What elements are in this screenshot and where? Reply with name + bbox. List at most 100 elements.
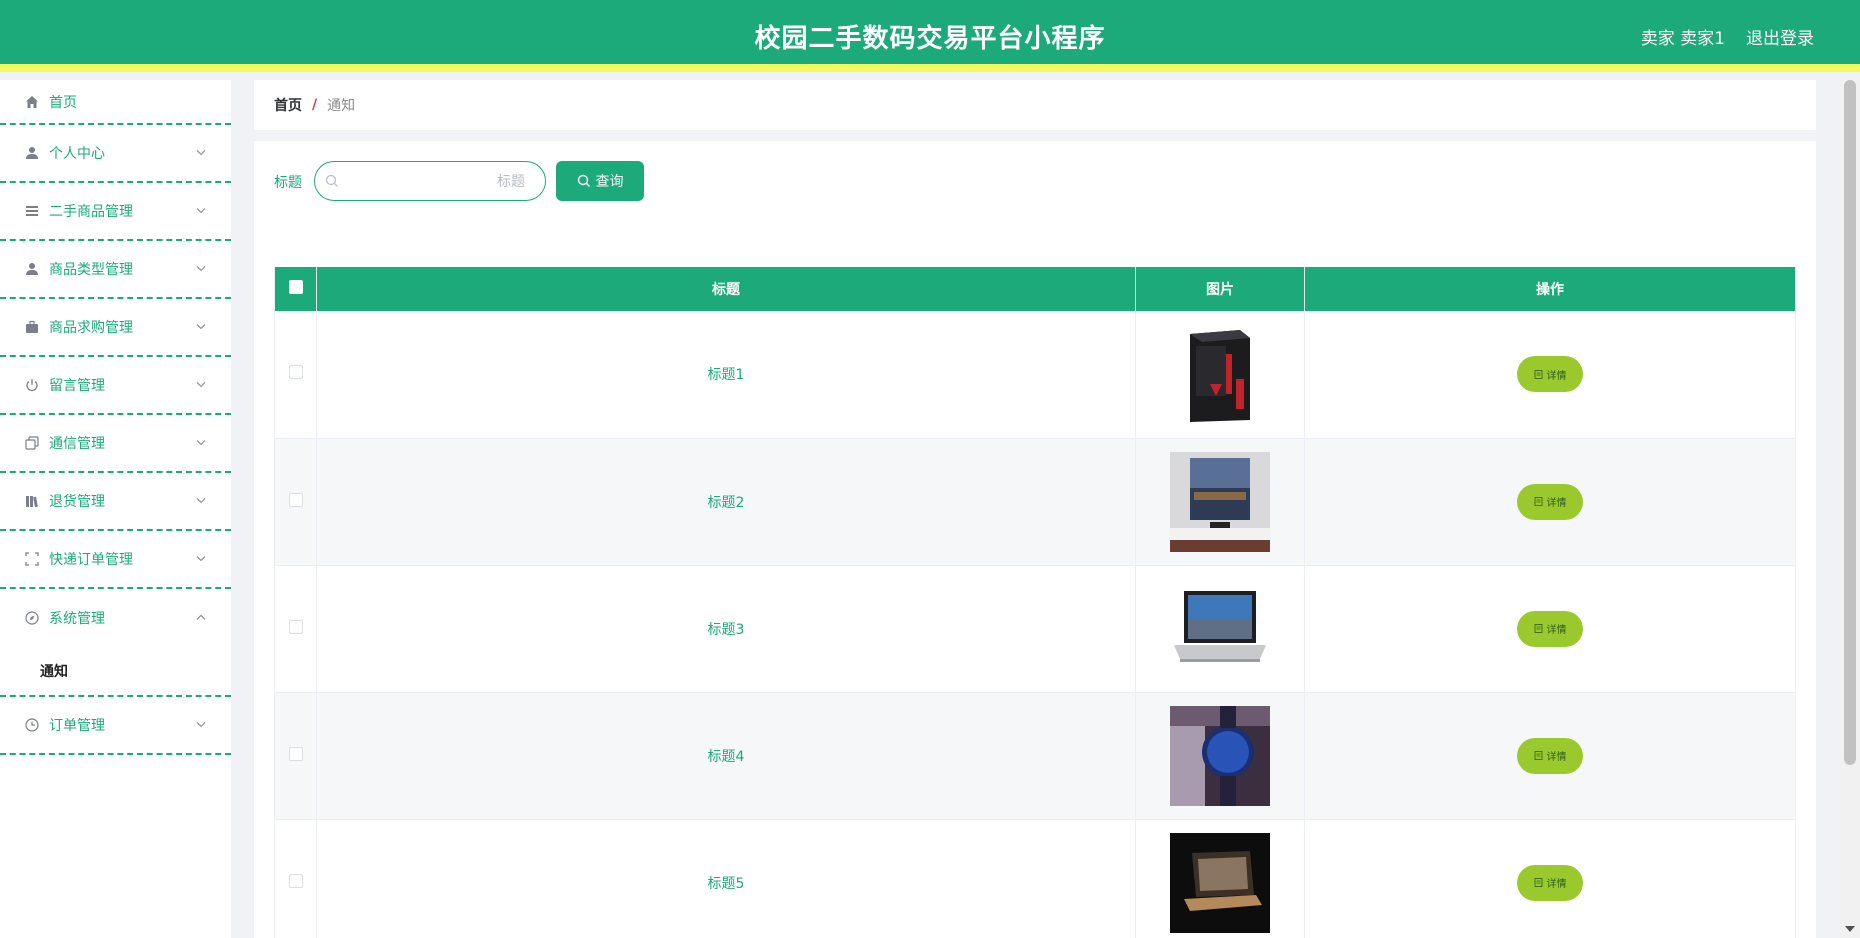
table-row: 标题5 详情 <box>274 819 1796 938</box>
copy-icon <box>24 435 40 451</box>
sidebar-item-label: 商品类型管理 <box>49 262 133 278</box>
chevron-down-icon <box>196 439 206 446</box>
sidebar-item-label: 退货管理 <box>49 494 105 510</box>
sidebar-item-label: 二手商品管理 <box>49 204 133 220</box>
pc-tower-image <box>1170 324 1270 425</box>
detail-button-label: 详情 <box>1546 625 1567 636</box>
notice-table: 标题 图片 操作 标题1 详情 标题2 详情 标题3 详情 标题4 详情 标题5… <box>274 267 1796 938</box>
current-user: 卖家 卖家1 <box>1640 29 1725 49</box>
row-title: 标题1 <box>316 311 1136 439</box>
detail-button[interactable]: 详情 <box>1517 483 1583 520</box>
search-icon <box>325 174 338 187</box>
chevron-down-icon <box>196 721 206 728</box>
detail-button[interactable]: 详情 <box>1517 610 1583 647</box>
sidebar-item-system[interactable]: 系统管理 <box>0 589 231 647</box>
detail-button-label: 详情 <box>1546 879 1567 890</box>
document-icon <box>1534 624 1542 633</box>
home-icon <box>24 94 40 110</box>
detail-button[interactable]: 详情 <box>1517 737 1583 774</box>
search-icon <box>577 174 590 187</box>
sidebar-item-express[interactable]: 快递订单管理 <box>0 531 231 589</box>
row-image-cell <box>1135 692 1305 820</box>
row-checkbox[interactable] <box>288 746 303 761</box>
breadcrumb-current: 通知 <box>327 98 356 114</box>
sidebar-item-goods-type[interactable]: 商品类型管理 <box>0 241 231 299</box>
content-panel: 标题 查询 标题 图片 操作 标题1 <box>254 141 1816 938</box>
fullscreen-icon <box>24 551 40 567</box>
document-icon <box>1534 878 1542 887</box>
books-icon <box>24 493 40 509</box>
sidebar-item-goods[interactable]: 二手商品管理 <box>0 183 231 241</box>
sidebar-item-orders[interactable]: 订单管理 <box>0 697 231 755</box>
power-icon <box>24 377 40 393</box>
chevron-down-icon <box>196 149 206 156</box>
chevron-down-icon <box>196 497 206 504</box>
user-icon <box>24 145 40 161</box>
breadcrumb-separator: / <box>312 97 318 113</box>
sidebar: 首页 个人中心 二手商品管理 商品类型管理 商品求购管理 留言管理 通信管理 退… <box>0 80 231 938</box>
breadcrumb: 首页 / 通知 <box>254 80 1816 130</box>
column-header-action: 操作 <box>1304 267 1796 311</box>
detail-button[interactable]: 详情 <box>1517 864 1583 901</box>
document-icon <box>1534 497 1542 506</box>
row-checkbox[interactable] <box>288 365 303 380</box>
row-checkbox[interactable] <box>288 873 303 888</box>
app-title: 校园二手数码交易平台小程序 <box>754 24 1106 54</box>
table-row: 标题4 详情 <box>274 692 1796 820</box>
laptop-image <box>1170 578 1270 679</box>
search-label: 标题 <box>274 175 302 191</box>
row-title: 标题4 <box>316 692 1136 820</box>
sidebar-item-label: 留言管理 <box>49 378 105 394</box>
sidebar-item-label: 快递订单管理 <box>49 552 133 568</box>
chevron-down-icon <box>196 265 206 272</box>
column-header-title: 标题 <box>316 267 1136 311</box>
scroll-down-arrow[interactable] <box>1845 926 1855 932</box>
sidebar-item-label: 系统管理 <box>49 611 105 627</box>
row-title: 标题2 <box>316 438 1136 566</box>
chevron-down-icon <box>196 381 206 388</box>
sidebar-item-purchase[interactable]: 商品求购管理 <box>0 299 231 357</box>
row-checkbox[interactable] <box>288 492 303 507</box>
row-image-cell <box>1135 438 1305 566</box>
list-icon <box>24 203 40 219</box>
sidebar-item-label: 首页 <box>49 94 77 111</box>
sidebar-item-profile[interactable]: 个人中心 <box>0 125 231 183</box>
chevron-down-icon <box>196 555 206 562</box>
document-icon <box>1534 369 1542 379</box>
sidebar-subitem-notice[interactable]: 通知 <box>0 647 231 697</box>
dark-laptop-image <box>1170 832 1270 933</box>
sidebar-item-label: 个人中心 <box>49 146 105 162</box>
row-checkbox[interactable] <box>288 619 303 634</box>
breadcrumb-home[interactable]: 首页 <box>274 95 302 115</box>
user-icon <box>24 261 40 277</box>
sidebar-item-messages[interactable]: 留言管理 <box>0 357 231 415</box>
detail-button-label: 详情 <box>1546 752 1567 763</box>
page-scrollbar[interactable] <box>1840 80 1860 938</box>
logout-link[interactable]: 退出登录 <box>1746 24 1814 49</box>
chevron-down-icon <box>196 323 206 330</box>
select-all-cell <box>274 267 317 311</box>
search-box <box>314 161 546 201</box>
search-button[interactable]: 查询 <box>556 161 644 201</box>
sidebar-item-communication[interactable]: 通信管理 <box>0 415 231 473</box>
detail-button[interactable]: 详情 <box>1517 356 1583 393</box>
sidebar-item-label: 商品求购管理 <box>49 320 133 336</box>
table-row: 标题1 详情 <box>274 311 1796 439</box>
clock-icon <box>24 717 40 733</box>
detail-button-label: 详情 <box>1546 370 1567 382</box>
sidebar-item-returns[interactable]: 退货管理 <box>0 473 231 531</box>
top-header: 校园二手数码交易平台小程序 卖家 卖家1 退出登录 <box>0 0 1860 72</box>
select-all-checkbox[interactable] <box>288 280 303 294</box>
row-title: 标题5 <box>316 819 1136 938</box>
wristwatch-image <box>1170 705 1270 806</box>
row-image-cell <box>1135 311 1305 439</box>
sidebar-item-label: 订单管理 <box>49 718 105 734</box>
compass-icon <box>24 610 40 626</box>
table-row: 标题3 详情 <box>274 565 1796 693</box>
sidebar-item-home[interactable]: 首页 <box>0 80 231 125</box>
search-input[interactable] <box>345 168 535 194</box>
detail-button-label: 详情 <box>1546 498 1567 509</box>
scrollbar-thumb[interactable] <box>1844 80 1856 765</box>
table-header-row: 标题 图片 操作 <box>274 267 1796 311</box>
tv-wall-image <box>1170 451 1270 552</box>
